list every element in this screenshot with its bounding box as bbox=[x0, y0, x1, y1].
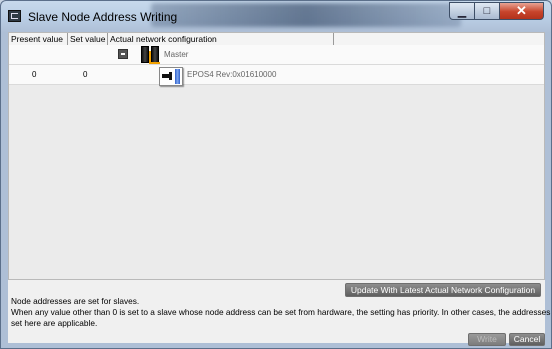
node-label-slave: EPOS4 Rev:0x01610000 bbox=[187, 70, 277, 79]
maximize-button[interactable]: □ bbox=[475, 2, 500, 20]
dialog-window: Slave Node Address Writing ▁ □ ✕ Present… bbox=[0, 0, 552, 349]
update-configuration-button[interactable]: Update With Latest Actual Network Config… bbox=[345, 283, 541, 297]
column-header-present-value[interactable]: Present value bbox=[9, 33, 68, 45]
column-header-set-value[interactable]: Set value bbox=[68, 33, 108, 45]
dialog-body: Present value Set value Actual network c… bbox=[8, 32, 551, 346]
slave-device-icon bbox=[159, 67, 183, 86]
notes-text: Node addresses are set for slaves. When … bbox=[11, 296, 551, 329]
present-value-cell: 0 bbox=[32, 70, 37, 79]
app-icon bbox=[8, 10, 21, 22]
set-value-cell[interactable]: 0 bbox=[83, 65, 87, 85]
note-line: Node addresses are set for slaves. bbox=[11, 296, 140, 306]
close-button[interactable]: ✕ bbox=[500, 2, 544, 20]
cancel-button[interactable]: Cancel bbox=[509, 333, 545, 346]
write-button[interactable]: Write bbox=[468, 333, 506, 346]
tree-connector bbox=[149, 51, 160, 64]
note-line: set here are applicable. bbox=[11, 318, 98, 328]
table-row-slave[interactable]: 0 0 EPOS4 Rev:0x01610000 bbox=[9, 65, 544, 86]
window-title: Slave Node Address Writing bbox=[28, 10, 178, 24]
node-address-table: Present value Set value Actual network c… bbox=[8, 32, 545, 280]
title-bar-background bbox=[151, 3, 461, 27]
title-bar[interactable]: Slave Node Address Writing ▁ □ ✕ bbox=[1, 1, 551, 33]
collapse-icon[interactable] bbox=[118, 49, 128, 59]
window-controls: ▁ □ ✕ bbox=[449, 2, 544, 20]
table-row-master[interactable]: Master bbox=[9, 45, 544, 65]
node-label-master: Master bbox=[164, 50, 189, 59]
column-header-network-configuration[interactable]: Actual network configuration bbox=[108, 33, 334, 45]
minimize-button[interactable]: ▁ bbox=[449, 2, 475, 20]
note-line: When any value other than 0 is set to a … bbox=[11, 307, 551, 317]
